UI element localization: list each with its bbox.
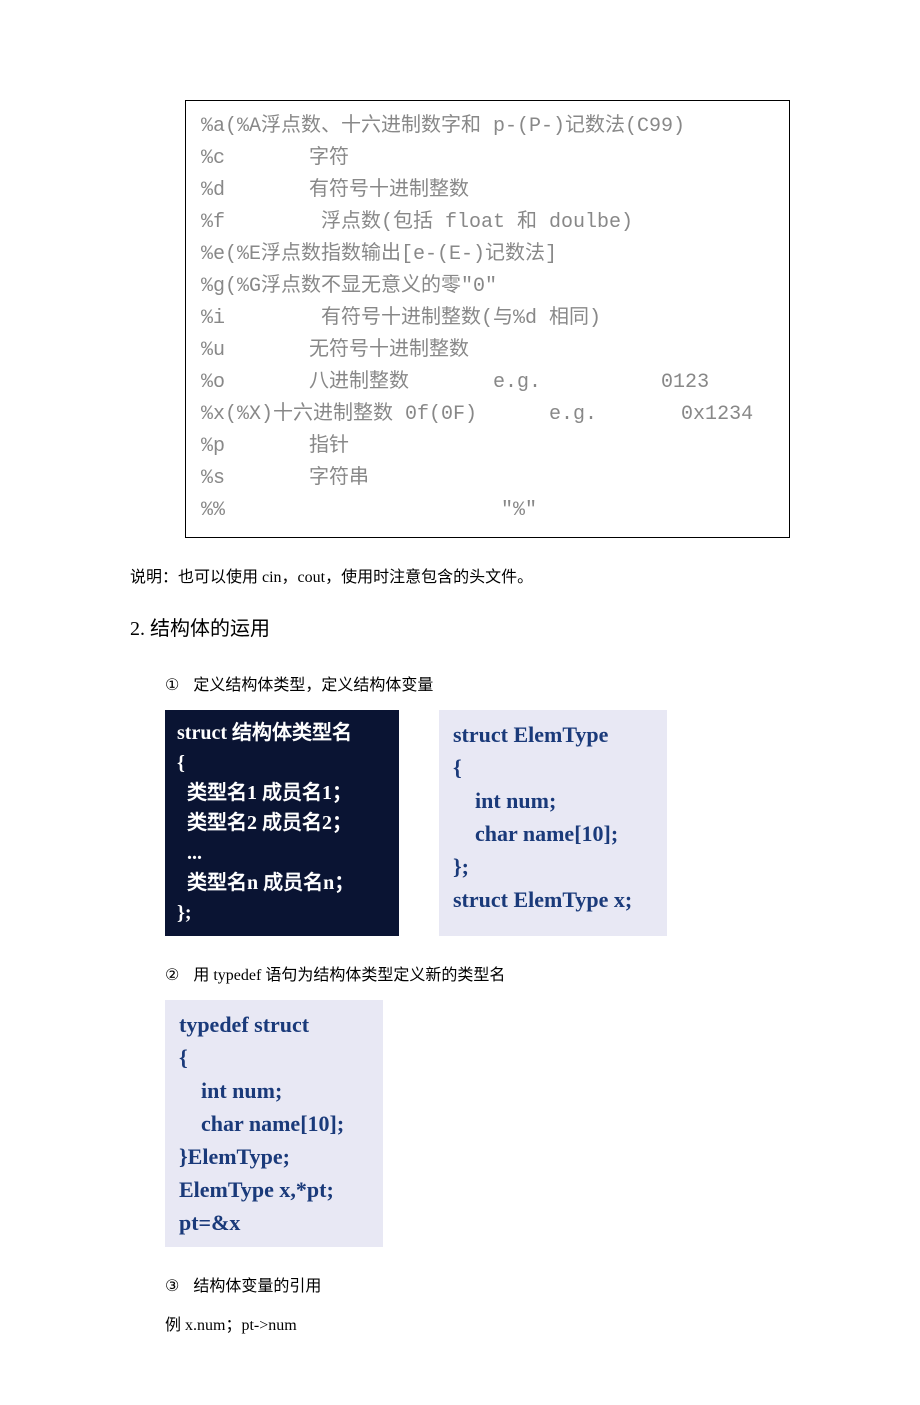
circled-number-icon: ③ [165, 1276, 179, 1296]
format-row: %u 无符号十进制整数 [201, 335, 774, 367]
format-row: %o 八进制整数 e.g. 0123 [201, 367, 774, 399]
list-item-1: ① 定义结构体类型，定义结构体变量 [165, 671, 790, 695]
document-page: %a(%A浮点数、十六进制数字和 p-(P-)记数法(C99) %c 字符 %d… [0, 0, 920, 1405]
format-row: %f 浮点数(包括 float 和 doulbe) [201, 207, 774, 239]
format-row: %g(%G浮点数不显无意义的零"0" [201, 271, 774, 303]
list-item-3: ③ 结构体变量的引用 [165, 1272, 790, 1296]
format-row: %d 有符号十进制整数 [201, 175, 774, 207]
code-block-typedef-example: typedef struct { int num; char name[10];… [165, 1000, 383, 1247]
code-example-row: struct 结构体类型名 { 类型名1 成员名1； 类型名2 成员名2； ..… [165, 710, 790, 936]
format-row: %e(%E浮点数指数输出[e-(E-)记数法] [201, 239, 774, 271]
list-item-text: 结构体变量的引用 [193, 1278, 321, 1295]
format-specifier-table: %a(%A浮点数、十六进制数字和 p-(P-)记数法(C99) %c 字符 %d… [185, 100, 790, 538]
list-item-text: 用 typedef 语句为结构体类型定义新的类型名 [193, 967, 505, 984]
example-text: 例 x.num；pt->num [165, 1311, 790, 1335]
list-item-2: ② 用 typedef 语句为结构体类型定义新的类型名 [165, 961, 790, 985]
note-text: 说明：也可以使用 cin，cout，使用时注意包含的头文件。 [130, 563, 790, 587]
format-row: %% "%" [201, 495, 774, 527]
section-heading: 2. 结构体的运用 [130, 612, 790, 641]
format-row: %s 字符串 [201, 463, 774, 495]
format-row: %i 有符号十进制整数(与%d 相同) [201, 303, 774, 335]
code-block-struct-example: struct ElemType { int num; char name[10]… [439, 710, 667, 936]
format-row: %x(%X)十六进制整数 0f(0F) e.g. 0x1234 [201, 399, 774, 431]
list-item-text: 定义结构体类型，定义结构体变量 [193, 677, 433, 694]
format-row: %c 字符 [201, 143, 774, 175]
circled-number-icon: ① [165, 675, 179, 695]
format-row: %a(%A浮点数、十六进制数字和 p-(P-)记数法(C99) [201, 111, 774, 143]
code-block-struct-template: struct 结构体类型名 { 类型名1 成员名1； 类型名2 成员名2； ..… [165, 710, 399, 936]
format-row: %p 指针 [201, 431, 774, 463]
circled-number-icon: ② [165, 965, 179, 985]
